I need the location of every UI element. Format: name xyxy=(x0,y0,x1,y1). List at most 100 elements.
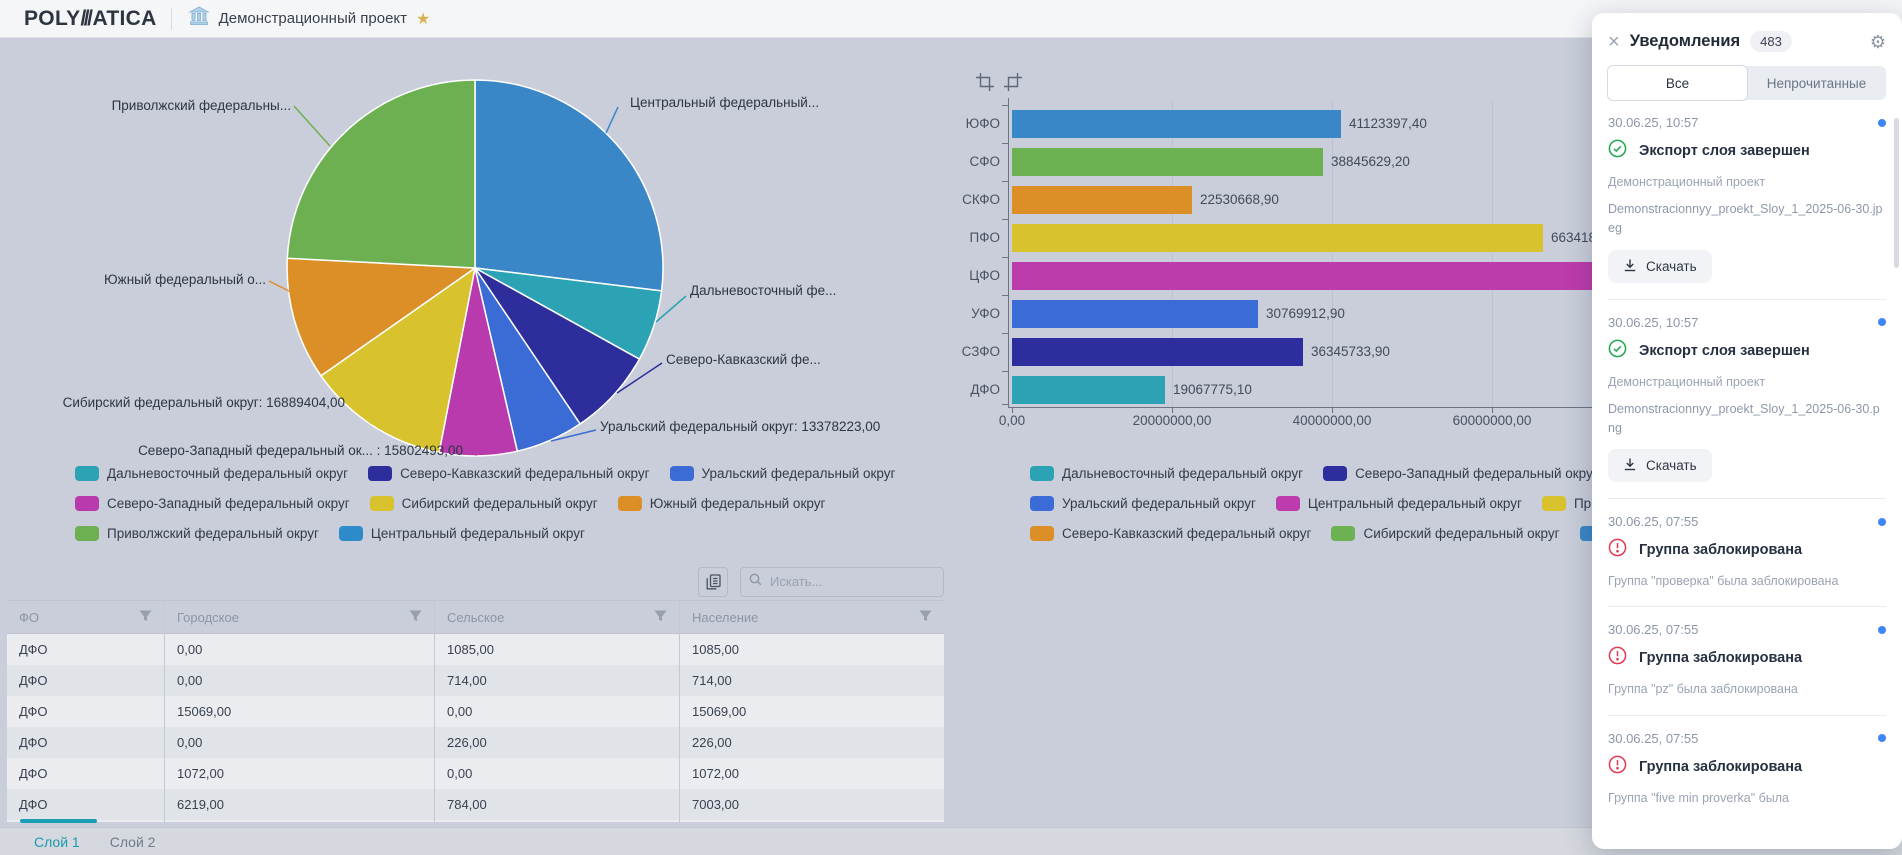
favorite-star-icon[interactable]: ★ xyxy=(416,9,430,29)
gear-icon[interactable]: ⚙ xyxy=(1870,33,1886,51)
bar[interactable] xyxy=(1012,376,1165,404)
bar[interactable] xyxy=(1012,338,1303,366)
legend-swatch-icon xyxy=(370,496,394,511)
legend-item[interactable]: Приволжский федеральный округ xyxy=(75,526,319,541)
column-header[interactable]: Городское xyxy=(164,601,434,633)
data-table[interactable]: ФОГородскоеСельскоеНаселениеДФО0,001085,… xyxy=(7,600,944,822)
filter-funnel-icon[interactable] xyxy=(409,602,422,633)
bar[interactable] xyxy=(1012,186,1192,214)
legend-label: Северо-Западный федеральный округ xyxy=(107,496,350,511)
legend-item[interactable]: Центральный федеральный округ xyxy=(1276,496,1522,511)
x-tick-label: 40000000,00 xyxy=(1262,413,1402,428)
notifications-count-badge: 483 xyxy=(1750,31,1792,52)
notification-time: 30.06.25, 10:57 xyxy=(1608,315,1698,330)
tab-layer-1[interactable]: Слой 1 xyxy=(34,834,80,850)
legend-swatch-icon xyxy=(618,496,642,511)
pie-slice[interactable] xyxy=(475,268,580,451)
copy-table-button[interactable] xyxy=(698,567,728,597)
legend-item[interactable]: Уральский федеральный округ xyxy=(670,466,896,481)
notification-item[interactable]: 30.06.25, 07:55Группа заблокированаГрупп… xyxy=(1608,607,1886,715)
legend-item[interactable]: Северо-Кавказский федеральный округ xyxy=(368,466,649,481)
legend-item[interactable]: Северо-Западный федеральный округ xyxy=(75,496,350,511)
legend-item[interactable]: Северо-Кавказский федеральный округ xyxy=(1030,526,1311,541)
legend-item[interactable]: Южный федеральный округ xyxy=(618,496,826,511)
legend-swatch-icon xyxy=(75,526,99,541)
download-button[interactable]: Скачать xyxy=(1608,449,1712,482)
pie-leader-line xyxy=(551,430,596,441)
pie-leader-line xyxy=(465,452,477,455)
pie-slice-label: Приволжский федеральны... xyxy=(112,98,291,113)
bar[interactable] xyxy=(1012,224,1543,252)
y-tick xyxy=(1002,404,1008,405)
search-input[interactable] xyxy=(768,573,935,590)
download-icon xyxy=(1623,258,1637,275)
x-tick-label: 0,00 xyxy=(942,413,1082,428)
legend-item[interactable]: Северо-Западный федеральный округ xyxy=(1323,466,1598,481)
y-tick xyxy=(1002,143,1008,144)
notification-item[interactable]: 30.06.25, 10:57Экспорт слоя завершенДемо… xyxy=(1608,100,1886,300)
table-hscrollbar[interactable] xyxy=(20,819,97,823)
pie-slice[interactable] xyxy=(287,80,475,268)
filter-funnel-icon[interactable] xyxy=(919,602,932,633)
legend-swatch-icon xyxy=(75,466,99,481)
legend-item[interactable]: Сибирский федеральный округ xyxy=(370,496,598,511)
notification-file-link[interactable]: Demonstracionnyy_proekt_Sloy_1_2025-06-3… xyxy=(1608,400,1886,438)
header-divider xyxy=(171,8,172,30)
panel-scrollbar[interactable] xyxy=(1894,118,1899,268)
table-cell: 0,00 xyxy=(434,696,679,727)
pie-slice[interactable] xyxy=(439,268,517,456)
tab-layer-2[interactable]: Слой 2 xyxy=(110,834,156,850)
legend-swatch-icon xyxy=(1323,466,1347,481)
bar-value-label: 19067775,10 xyxy=(1173,376,1252,404)
selection-tool-icon[interactable] xyxy=(975,72,995,97)
table-row[interactable] xyxy=(7,820,944,822)
polymatica-logo: POLY///ATICA xyxy=(24,7,157,31)
notifications-panel: × Уведомления 483 ⚙ Все Непрочитанные 30… xyxy=(1592,13,1902,849)
legend-item[interactable]: Уральский федеральный округ xyxy=(1030,496,1256,511)
unread-dot xyxy=(1878,626,1886,634)
table-row[interactable]: ДФО0,00226,00226,00 xyxy=(7,727,944,758)
bar[interactable] xyxy=(1012,300,1258,328)
table-search xyxy=(740,567,944,597)
pie-slice[interactable] xyxy=(321,268,475,453)
notification-item[interactable]: 30.06.25, 10:57Экспорт слоя завершенДемо… xyxy=(1608,300,1886,500)
bar[interactable] xyxy=(1012,148,1323,176)
notification-item[interactable]: 30.06.25, 07:55Группа заблокированаГрупп… xyxy=(1608,716,1886,807)
pie-slice[interactable] xyxy=(287,258,475,376)
filter-funnel-icon[interactable] xyxy=(654,602,667,633)
legend-item[interactable]: Центральный федеральный округ xyxy=(339,526,585,541)
legend-item[interactable]: Дальневосточный федеральный округ xyxy=(75,466,348,481)
close-icon[interactable]: × xyxy=(1608,32,1620,52)
table-cell: 7003,00 xyxy=(679,789,944,820)
table-cell: 0,00 xyxy=(164,727,434,758)
pie-slice[interactable] xyxy=(475,80,663,291)
bar-category-label: ЮФО xyxy=(930,110,1000,138)
notification-item[interactable]: 30.06.25, 07:55Группа заблокированаГрупп… xyxy=(1608,499,1886,607)
column-header[interactable]: ФО xyxy=(7,601,164,633)
pie-leader-line xyxy=(348,404,372,424)
bar-category-label: СКФО xyxy=(930,186,1000,214)
pie-slice[interactable] xyxy=(475,268,662,359)
bar[interactable] xyxy=(1012,110,1341,138)
table-cell: 15069,00 xyxy=(679,696,944,727)
table-row[interactable]: ДФО1072,000,001072,00 xyxy=(7,758,944,789)
filter-all[interactable]: Все xyxy=(1607,65,1748,101)
download-button[interactable]: Скачать xyxy=(1608,250,1712,283)
table-row[interactable]: ДФО6219,00784,007003,00 xyxy=(7,789,944,820)
table-cell xyxy=(679,820,944,822)
table-row[interactable]: ДФО0,00714,00714,00 xyxy=(7,665,944,696)
table-row[interactable]: ДФО15069,000,0015069,00 xyxy=(7,696,944,727)
column-header[interactable]: Население xyxy=(679,601,944,633)
filter-funnel-icon[interactable] xyxy=(139,602,152,633)
notification-file-link[interactable]: Demonstracionnyy_proekt_Sloy_1_2025-06-3… xyxy=(1608,200,1886,238)
filter-unread[interactable]: Непрочитанные xyxy=(1747,66,1886,100)
notification-project: Демонстрационный проект xyxy=(1608,373,1886,391)
column-header[interactable]: Сельское xyxy=(434,601,679,633)
pie-leader-line xyxy=(656,296,686,322)
pie-slice[interactable] xyxy=(475,268,639,424)
selection-undo-icon[interactable] xyxy=(1003,72,1023,97)
legend-item[interactable]: Дальневосточный федеральный округ xyxy=(1030,466,1303,481)
table-row[interactable]: ДФО0,001085,001085,00 xyxy=(7,634,944,665)
pie-slice-label: Южный федеральный о... xyxy=(104,272,266,287)
legend-item[interactable]: Сибирский федеральный округ xyxy=(1331,526,1559,541)
